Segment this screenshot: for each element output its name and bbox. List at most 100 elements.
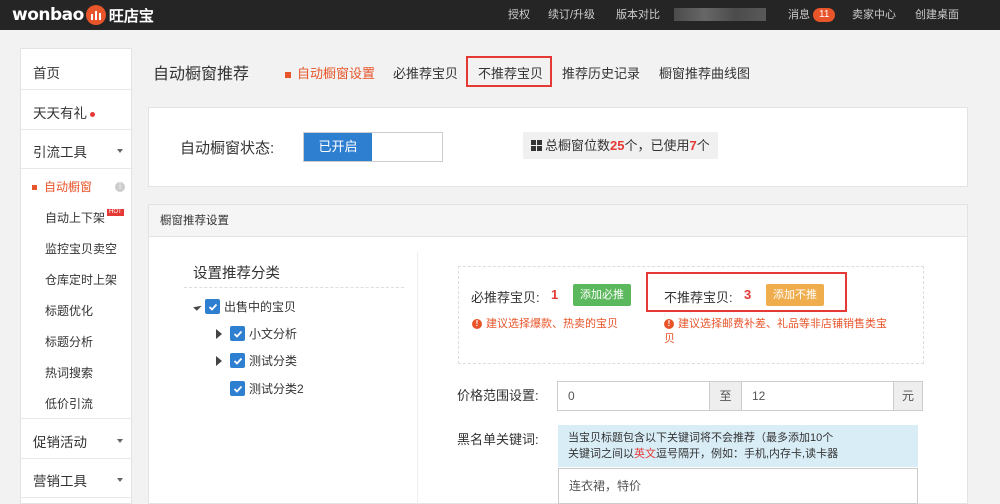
- must-recommend-count: 1: [551, 287, 559, 302]
- slot-mid: 个，已使用: [624, 138, 690, 153]
- sidebar-item-daily-gift[interactable]: 天天有礼: [21, 102, 131, 122]
- nav-message-label: 消息: [788, 9, 810, 21]
- logo-cn: 旺店宝: [108, 7, 154, 25]
- sidebar-sub-auto-listing[interactable]: 自动上下架 HOT: [21, 209, 131, 226]
- slot-used: 7: [689, 138, 697, 153]
- highlight-box-tab: [466, 56, 552, 87]
- settings-panel-title: 橱窗推荐设置: [149, 205, 967, 237]
- tab-must-recommend[interactable]: 必推荐宝贝: [393, 63, 458, 82]
- sidebar-sub-label: 自动橱窗: [44, 180, 93, 194]
- caret-down-icon: [117, 478, 123, 482]
- tree-node-label: 小文分析: [249, 327, 298, 341]
- blacklist-note-line1: 当宝贝标题包含以下关键词将不会推荐（最多添加10个: [568, 432, 834, 444]
- divider: [21, 418, 131, 419]
- nav-renew[interactable]: 续订/升级: [548, 0, 595, 30]
- checkbox-checked[interactable]: [230, 353, 245, 368]
- tree-node-child[interactable]: 小文分析: [216, 325, 297, 342]
- blacklist-note: 当宝贝标题包含以下关键词将不会推荐（最多添加10个 关键词之间以英文逗号隔开，例…: [558, 425, 918, 467]
- nav-message[interactable]: 消息 11: [788, 0, 836, 30]
- expand-arrow-icon[interactable]: [216, 355, 222, 366]
- price-range-label: 价格范围设置:: [457, 388, 539, 403]
- auto-window-toggle[interactable]: 已开启: [303, 132, 443, 162]
- logo-brand: wonbao: [12, 5, 84, 25]
- tree-node-label: 测试分类: [249, 354, 298, 368]
- tab-auto-window-settings[interactable]: 自动橱窗设置: [285, 63, 375, 82]
- blacklist-note-red: 英文: [634, 448, 656, 460]
- window-slot-info: 总橱窗位数25个，已使用7个: [523, 132, 718, 159]
- must-tip-text: 建议选择爆款、热卖的宝贝: [486, 318, 618, 330]
- tree-node-root[interactable]: 出售中的宝贝: [193, 298, 296, 315]
- highlight-box-not-recommend: [646, 272, 847, 312]
- sidebar-sub-monitor-soldout[interactable]: 监控宝贝卖空: [21, 240, 131, 257]
- blacklist-label: 黑名单关键词:: [457, 432, 539, 447]
- slot-suffix: 个: [696, 138, 710, 153]
- not-recommend-tip-text: 建议选择邮费补差、礼品等非店铺销售类宝: [678, 318, 887, 330]
- sidebar-sub-label: 自动上下架: [45, 211, 106, 225]
- grid-icon: [531, 140, 542, 152]
- new-dot-icon: [90, 111, 95, 117]
- sidebar-sub-hotword-search[interactable]: 热词搜索: [21, 364, 131, 381]
- tree-node-child[interactable]: 测试分类: [216, 352, 297, 369]
- nav-seller-center[interactable]: 卖家中心: [852, 0, 896, 30]
- category-title: 设置推荐分类: [193, 266, 280, 282]
- caret-down-icon: [117, 439, 123, 443]
- tree-node-child[interactable]: 测试分类2: [230, 380, 304, 397]
- sidebar-sub-title-analysis[interactable]: 标题分析: [21, 333, 131, 350]
- warning-icon: !: [472, 319, 482, 330]
- blacklist-textarea[interactable]: 连衣裙，特价: [558, 468, 918, 504]
- collapse-arrow-icon[interactable]: [193, 302, 202, 311]
- status-label: 自动橱窗状态:: [180, 140, 275, 157]
- tab-label: 自动橱窗设置: [297, 66, 376, 81]
- must-recommend-label: 必推荐宝贝:: [471, 290, 540, 305]
- sidebar: 首页 天天有礼 引流工具 自动橱窗 i 自动上下架 HOT 监控宝贝卖空 仓库定时上…: [20, 48, 132, 504]
- active-marker-icon: [32, 185, 37, 191]
- sidebar-sub-title-optimize[interactable]: 标题优化: [21, 302, 131, 319]
- add-must-button[interactable]: 添加必推: [573, 284, 631, 306]
- nav-compare[interactable]: 版本对比: [616, 0, 660, 30]
- warning-icon: !: [664, 319, 674, 330]
- hot-badge: HOT: [107, 209, 124, 216]
- sidebar-item-home[interactable]: 首页: [21, 62, 131, 82]
- divider: [417, 252, 418, 504]
- not-recommend-tip: ! 建议选择邮费补差、礼品等非店铺销售类宝贝: [664, 317, 904, 347]
- price-unit-addon: 元: [893, 381, 923, 411]
- checkbox-checked[interactable]: [205, 299, 220, 314]
- info-icon: i: [115, 182, 125, 192]
- divider: [21, 458, 131, 459]
- price-max-input[interactable]: 12: [741, 381, 894, 411]
- sidebar-sub-scheduled-listing[interactable]: 仓库定时上架: [21, 271, 131, 288]
- nav-auth[interactable]: 授权: [508, 0, 530, 30]
- price-min-input[interactable]: 0: [557, 381, 710, 411]
- sidebar-item-label: 天天有礼: [33, 106, 87, 121]
- sidebar-item-traffic-tools[interactable]: 引流工具: [21, 141, 131, 161]
- expand-arrow-icon[interactable]: [216, 328, 222, 339]
- top-bar: wonbao 旺店宝 授权 续订/升级 版本对比 消息 11 卖家中心 创建桌面: [0, 0, 1000, 30]
- divider: [184, 287, 404, 288]
- sidebar-item-label: 引流工具: [33, 145, 87, 160]
- page-title: 自动橱窗推荐: [153, 66, 250, 83]
- divider: [21, 89, 131, 90]
- blurred-username: [674, 8, 766, 21]
- sidebar-item-label: 促销活动: [33, 435, 87, 450]
- tab-history[interactable]: 推荐历史记录: [562, 63, 640, 82]
- sidebar-sub-auto-window[interactable]: 自动橱窗 i: [21, 178, 131, 195]
- sidebar-sub-lowprice-traffic[interactable]: 低价引流: [21, 395, 131, 412]
- tab-curve-chart[interactable]: 橱窗推荐曲线图: [659, 63, 750, 82]
- checkbox-checked[interactable]: [230, 326, 245, 341]
- blacklist-note-line2a: 关键词之间以: [568, 448, 634, 460]
- logo[interactable]: wonbao 旺店宝: [12, 4, 154, 26]
- must-tip: ! 建议选择爆款、热卖的宝贝: [472, 317, 618, 332]
- logo-shop-icon: [85, 5, 106, 25]
- toggle-on-label: 已开启: [304, 133, 372, 161]
- not-recommend-tip-text-2: 贝: [664, 333, 675, 345]
- sidebar-item-promo[interactable]: 促销活动: [21, 431, 131, 451]
- checkbox-checked[interactable]: [230, 381, 245, 396]
- divider: [21, 168, 131, 169]
- sidebar-item-label: 营销工具: [33, 474, 87, 489]
- active-marker-icon: [285, 71, 291, 78]
- nav-create-desktop[interactable]: 创建桌面: [915, 0, 959, 30]
- slot-total: 25: [610, 138, 625, 153]
- divider: [21, 497, 131, 498]
- sidebar-item-marketing[interactable]: 营销工具: [21, 470, 131, 490]
- blacklist-note-line2c: 逗号隔开，例如：手机,内存卡,读卡器: [656, 448, 839, 460]
